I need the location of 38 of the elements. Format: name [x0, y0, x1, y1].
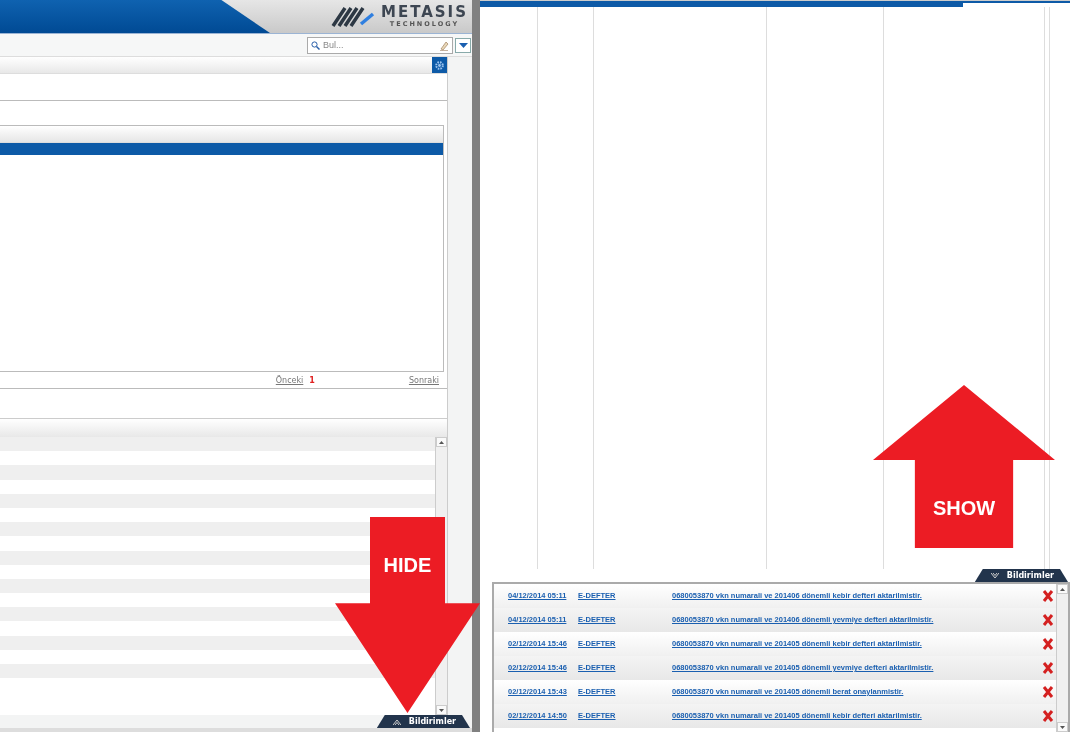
logo-name: METASIS [380, 5, 468, 20]
search-icon [311, 40, 320, 50]
previous-link[interactable]: Önceki [275, 375, 304, 385]
annotation-label: HIDE [383, 554, 432, 576]
delete-button[interactable] [1042, 637, 1054, 651]
scroll-up-button[interactable] [436, 437, 447, 447]
close-icon [1042, 685, 1054, 699]
scroll-down-button[interactable] [1057, 722, 1068, 732]
delete-button[interactable] [1042, 709, 1054, 723]
scroll-up-icon [439, 440, 444, 444]
close-icon [1042, 613, 1054, 627]
caret-icon [458, 42, 468, 48]
notifications-tab[interactable]: Bildirimler [974, 569, 1068, 582]
dropdown-button[interactable] [455, 37, 471, 53]
chevron-down-icon [990, 572, 999, 579]
annotation-label: SHOW [932, 497, 996, 520]
search-field[interactable]: Bul... [307, 36, 453, 54]
logo-icon [330, 5, 375, 28]
notifications-tab[interactable]: Bildirimler [376, 715, 470, 728]
chevron-up-icon [392, 718, 401, 725]
scroll-down-icon [439, 708, 444, 712]
delete-button[interactable] [1042, 685, 1054, 699]
delete-button[interactable] [1042, 589, 1054, 603]
close-icon [1042, 589, 1054, 603]
close-icon [1042, 709, 1054, 723]
settings-icon [434, 59, 445, 71]
close-icon [1042, 637, 1054, 651]
close-icon [1042, 661, 1054, 675]
next-link[interactable]: Sonraki [408, 375, 439, 385]
scroll-up-icon [1060, 587, 1065, 591]
scroll-down-icon [1060, 725, 1065, 729]
eraser-icon [439, 40, 449, 51]
page-number: 1 [309, 375, 315, 385]
delete-button[interactable] [1042, 661, 1054, 675]
settings-button[interactable] [432, 57, 447, 73]
scroll-up-button[interactable] [1057, 584, 1068, 594]
scroll-down-button[interactable] [436, 705, 447, 715]
delete-button[interactable] [1042, 613, 1054, 627]
